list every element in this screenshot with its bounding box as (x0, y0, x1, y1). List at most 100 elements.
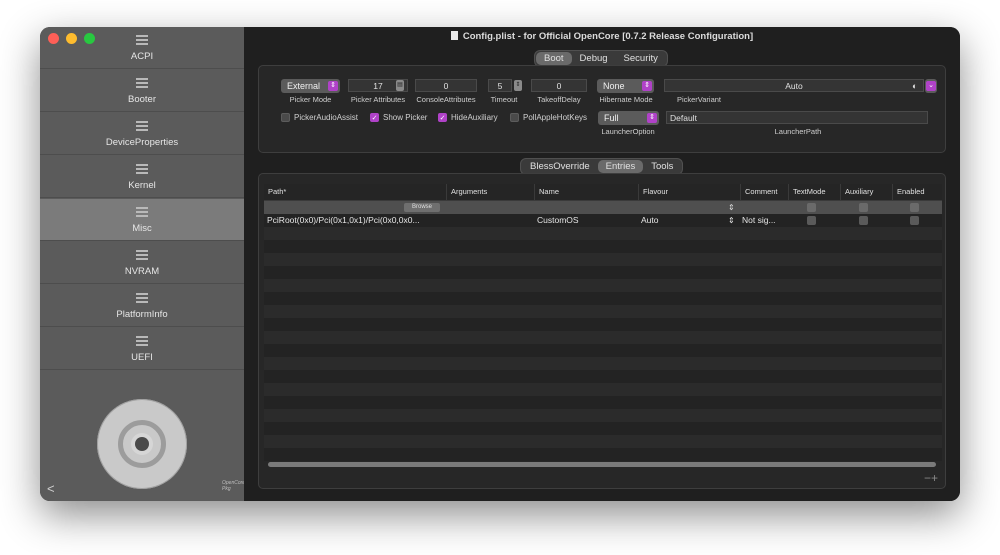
picker-audio-assist-checkbox[interactable]: PickerAudioAssist (281, 113, 358, 122)
empty-row (264, 292, 942, 305)
chevron-updown-icon[interactable]: ⇕ (728, 214, 738, 227)
tab-tools[interactable]: Tools (643, 160, 681, 173)
tab-debug[interactable]: Debug (572, 52, 616, 65)
picker-variant-dropdown[interactable]: ⌄ (925, 79, 937, 93)
main-content: Config.plist - for Official OpenCore [0.… (244, 27, 960, 501)
launcher-option-popup[interactable]: Full ⇕ (598, 111, 659, 125)
horizontal-scrollbar[interactable] (268, 462, 936, 467)
show-picker-checkbox[interactable]: ✓ Show Picker (370, 113, 427, 122)
console-attributes-field[interactable]: 0 (415, 79, 477, 92)
stepper-icon[interactable]: ⇕ (514, 80, 522, 91)
show-picker-label: Show Picker (383, 113, 428, 122)
empty-row (264, 383, 942, 396)
column-header-flavour[interactable]: Flavour (638, 184, 740, 200)
sidebar-item-label: Booter (128, 94, 156, 105)
empty-row (264, 435, 942, 448)
empty-row (264, 305, 942, 318)
table-row[interactable]: PciRoot(0x0)/Pci(0x1,0x1)/Pci(0x0,0x0...… (264, 214, 942, 227)
picker-mode-label: Picker Mode (289, 95, 332, 104)
empty-row (264, 253, 942, 266)
list-icon (136, 207, 148, 217)
auxiliary-checkbox[interactable] (859, 216, 868, 225)
picker-audio-assist-label: PickerAudioAssist (294, 113, 359, 122)
column-header-comment[interactable]: Comment (740, 184, 788, 200)
checkmark-icon[interactable]: ✓ (370, 113, 379, 122)
share-icon[interactable]: < (47, 481, 55, 496)
sidebar-item-kernel[interactable]: Kernel (40, 156, 244, 198)
calculator-icon[interactable]: ▤ (396, 80, 404, 91)
list-icon (136, 35, 148, 45)
checkbox-box[interactable] (510, 113, 519, 122)
column-header-name[interactable]: Name (534, 184, 638, 200)
column-header-arguments[interactable]: Arguments (446, 184, 534, 200)
chevron-updown-icon: ⇕ (647, 113, 657, 123)
sidebar-item-label: PlatformInfo (116, 309, 168, 320)
tab-entries[interactable]: Entries (597, 160, 644, 173)
takeoff-delay-field[interactable]: 0 (531, 79, 587, 92)
document-icon (450, 31, 458, 40)
browse-button[interactable]: Browse (404, 203, 440, 212)
disc-center (135, 437, 149, 451)
auxiliary-checkbox[interactable] (859, 203, 868, 212)
picker-attributes-value: 17 (373, 81, 383, 91)
chevron-updown-icon: ⇕ (328, 81, 338, 91)
list-icon (136, 250, 148, 260)
textmode-checkbox[interactable] (807, 216, 816, 225)
poll-apple-hot-keys-label: PollAppleHotKeys (523, 113, 588, 122)
arguments-cell (450, 214, 530, 227)
list-icon (136, 164, 148, 174)
app-window: ACPI Booter DeviceProperties Kernel Misc… (40, 27, 960, 501)
empty-row (264, 448, 942, 461)
console-attributes-label: ConsoleAttributes (416, 95, 476, 104)
picker-mode-popup[interactable]: External ⇕ (281, 79, 340, 93)
enabled-checkbox[interactable] (910, 216, 919, 225)
sidebar-item-uefi[interactable]: UEFI (40, 328, 244, 370)
launcher-path-field[interactable]: Default (666, 111, 928, 124)
tab-boot[interactable]: Boot (536, 52, 572, 65)
checkmark-icon[interactable]: ✓ (438, 113, 447, 122)
launcher-path-label: LauncherPath (774, 127, 822, 136)
sidebar-item-label: Kernel (128, 180, 156, 191)
comment-cell: Not sig... (742, 215, 776, 225)
hide-auxiliary-label: HideAuxiliary (451, 113, 498, 122)
tab-blessoverride[interactable]: BlessOverride (522, 160, 598, 173)
column-header-path[interactable]: Path* (264, 184, 446, 200)
add-remove-buttons[interactable]: −+ (924, 471, 938, 485)
column-header-enabled[interactable]: Enabled (892, 184, 942, 200)
palette-icon[interactable]: ◐ (912, 81, 917, 91)
table-header: Path* Arguments Name Flavour Comment Tex… (264, 184, 942, 201)
empty-row (264, 227, 942, 240)
timeout-field[interactable]: 5 (488, 79, 512, 92)
sidebar-item-label: NVRAM (124, 266, 160, 277)
picker-attributes-label: Picker Attributes (350, 95, 406, 104)
checkbox-box[interactable] (281, 113, 290, 122)
sidebar-item-deviceproperties[interactable]: DeviceProperties (40, 113, 244, 155)
sidebar-item-misc[interactable]: Misc (40, 199, 244, 241)
name-cell: CustomOS (537, 215, 579, 225)
empty-row (264, 370, 942, 383)
sidebar-item-platforminfo[interactable]: PlatformInfo (40, 285, 244, 327)
sidebar-item-acpi[interactable]: ACPI (40, 27, 244, 69)
poll-apple-hot-keys-checkbox[interactable]: PollAppleHotKeys (510, 113, 587, 122)
list-icon (136, 121, 148, 131)
picker-mode-value: External (287, 81, 321, 91)
column-header-auxiliary[interactable]: Auxiliary (840, 184, 892, 200)
empty-row (264, 409, 942, 422)
empty-row (264, 422, 942, 435)
launcher-option-label: LauncherOption (601, 127, 655, 136)
tab-security[interactable]: Security (616, 52, 666, 65)
textmode-checkbox[interactable] (807, 203, 816, 212)
picker-variant-field[interactable]: Auto (664, 79, 924, 92)
timeout-label: Timeout (490, 95, 518, 104)
hide-auxiliary-checkbox[interactable]: ✓ HideAuxiliary (438, 113, 498, 122)
hibernate-mode-label: Hibernate Mode (599, 95, 653, 104)
takeoff-delay-value: 0 (556, 81, 562, 91)
chevron-updown-icon[interactable]: ⇕ (728, 201, 738, 214)
table-row[interactable]: Browse ⇕ (264, 201, 942, 214)
empty-row (264, 357, 942, 370)
enabled-checkbox[interactable] (910, 203, 919, 212)
hibernate-mode-popup[interactable]: None ⇕ (597, 79, 654, 93)
sidebar-item-booter[interactable]: Booter (40, 70, 244, 112)
sidebar-item-nvram[interactable]: NVRAM (40, 242, 244, 284)
column-header-textmode[interactable]: TextMode (788, 184, 840, 200)
